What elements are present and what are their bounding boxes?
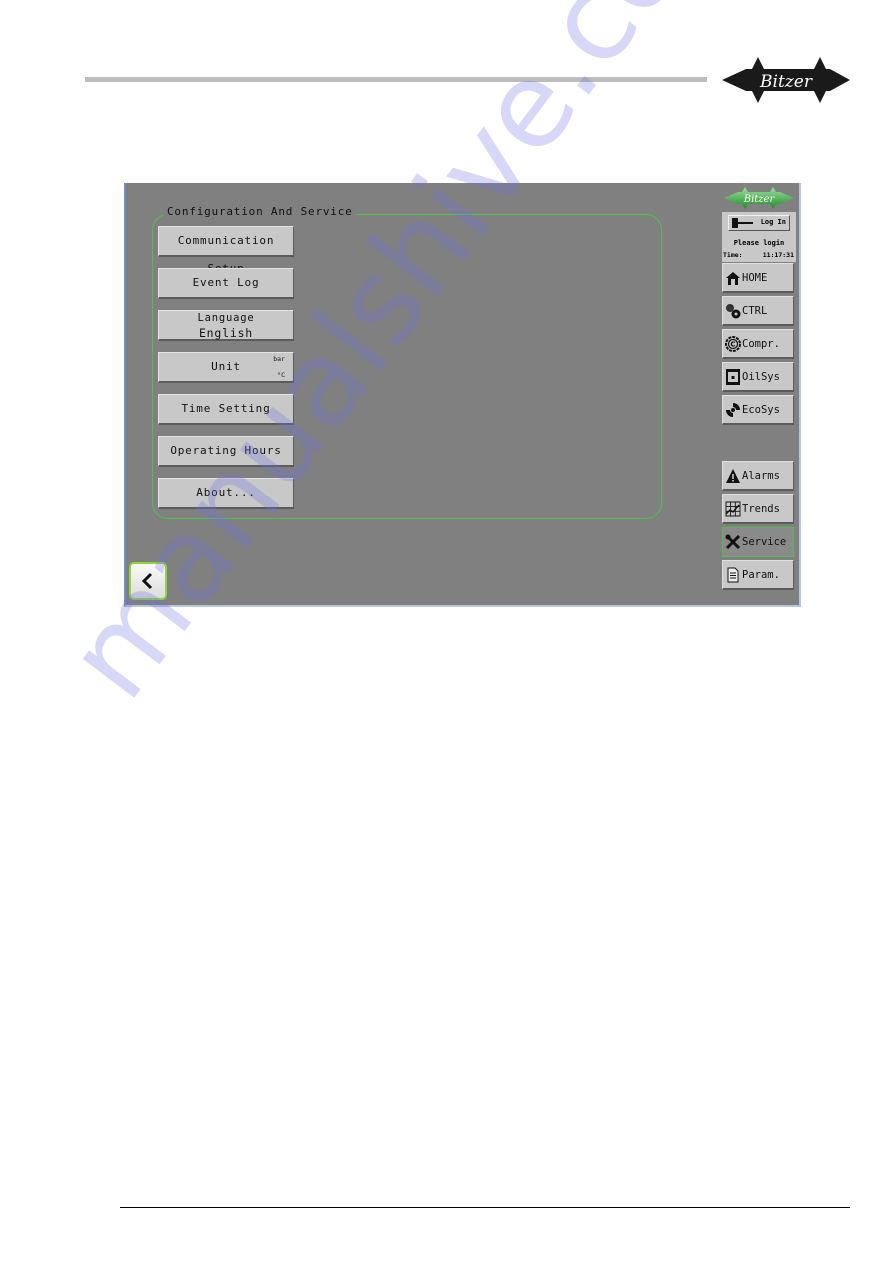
button-label: Event Log xyxy=(192,276,260,289)
operating-hours-button[interactable]: Operating Hours xyxy=(158,436,294,467)
footer-rule xyxy=(120,1207,850,1208)
nav-ecosys-button[interactable]: EcoSys xyxy=(722,395,794,425)
bitzer-logo: Bitzer xyxy=(722,57,850,103)
header-rule xyxy=(85,77,707,82)
nav-param-button[interactable]: Param. xyxy=(722,560,794,590)
temperature-unit: °C xyxy=(277,371,285,379)
time-display: Time: 11:17:31 xyxy=(723,251,794,259)
oil-tank-icon xyxy=(724,368,741,385)
nav-ctrl-button[interactable]: CTRL xyxy=(722,296,794,326)
login-panel: Log In Please login Time: 11:17:31 xyxy=(722,212,796,262)
nav-label: Alarms xyxy=(742,469,780,482)
nav-label: HOME xyxy=(742,271,768,284)
nav-alarms-button[interactable]: Alarms xyxy=(722,461,794,491)
nav-trends-button[interactable]: Trends xyxy=(722,494,794,524)
button-label: Time Setting xyxy=(181,402,271,415)
time-label: Time: xyxy=(723,251,743,259)
group-title: Configuration And Service xyxy=(164,205,356,218)
pressure-unit: bar xyxy=(273,355,285,363)
chevron-left-icon xyxy=(141,572,153,590)
communication-setup-button[interactable]: Communication Setup xyxy=(158,226,294,275)
hmi-screen: Configuration And Service Communication … xyxy=(124,183,801,607)
bitzer-sidebar-logo: Bitzer xyxy=(724,187,794,209)
nav-label: Service xyxy=(742,536,787,548)
login-message: Please login xyxy=(733,239,785,247)
nav-label: Trends xyxy=(742,502,780,515)
event-log-button[interactable]: Event Log xyxy=(158,268,294,299)
eco-icon xyxy=(724,401,741,418)
svg-text:Bitzer: Bitzer xyxy=(743,194,776,205)
unit-button[interactable]: Unit bar °C xyxy=(158,352,294,383)
nav-compr-button[interactable]: C Compr. xyxy=(722,329,794,359)
nav-home-button[interactable]: HOME xyxy=(722,263,794,293)
nav-oilsys-button[interactable]: OilSys xyxy=(722,362,794,392)
nav-label: OilSys xyxy=(742,370,780,383)
back-button[interactable] xyxy=(129,562,167,600)
trend-chart-icon xyxy=(724,500,741,517)
compressor-icon: C xyxy=(724,335,741,352)
button-label: Unit xyxy=(211,360,241,373)
warning-icon xyxy=(724,467,741,484)
time-value: 11:17:31 xyxy=(762,251,794,259)
nav-label: Compr. xyxy=(742,337,780,350)
svg-text:C: C xyxy=(730,340,735,348)
nav-label: Param. xyxy=(742,568,780,581)
document-icon xyxy=(724,566,741,583)
nav-label: CTRL xyxy=(742,304,768,317)
about-button[interactable]: About... xyxy=(158,478,294,509)
time-setting-button[interactable]: Time Setting xyxy=(158,394,294,425)
key-icon xyxy=(732,218,753,228)
svg-text:Bitzer: Bitzer xyxy=(759,72,813,92)
gears-icon xyxy=(724,302,741,319)
language-label: Language xyxy=(197,312,255,324)
login-label: Log In xyxy=(760,218,786,226)
button-label: Operating Hours xyxy=(170,444,282,457)
nav-label: EcoSys xyxy=(742,403,780,416)
language-button[interactable]: Language English xyxy=(158,310,294,341)
button-label: About... xyxy=(196,486,256,499)
login-button[interactable]: Log In xyxy=(728,215,790,231)
tools-icon xyxy=(724,534,741,551)
language-value: English xyxy=(198,326,254,340)
home-icon xyxy=(724,269,741,286)
nav-service-button[interactable]: Service xyxy=(722,527,794,557)
